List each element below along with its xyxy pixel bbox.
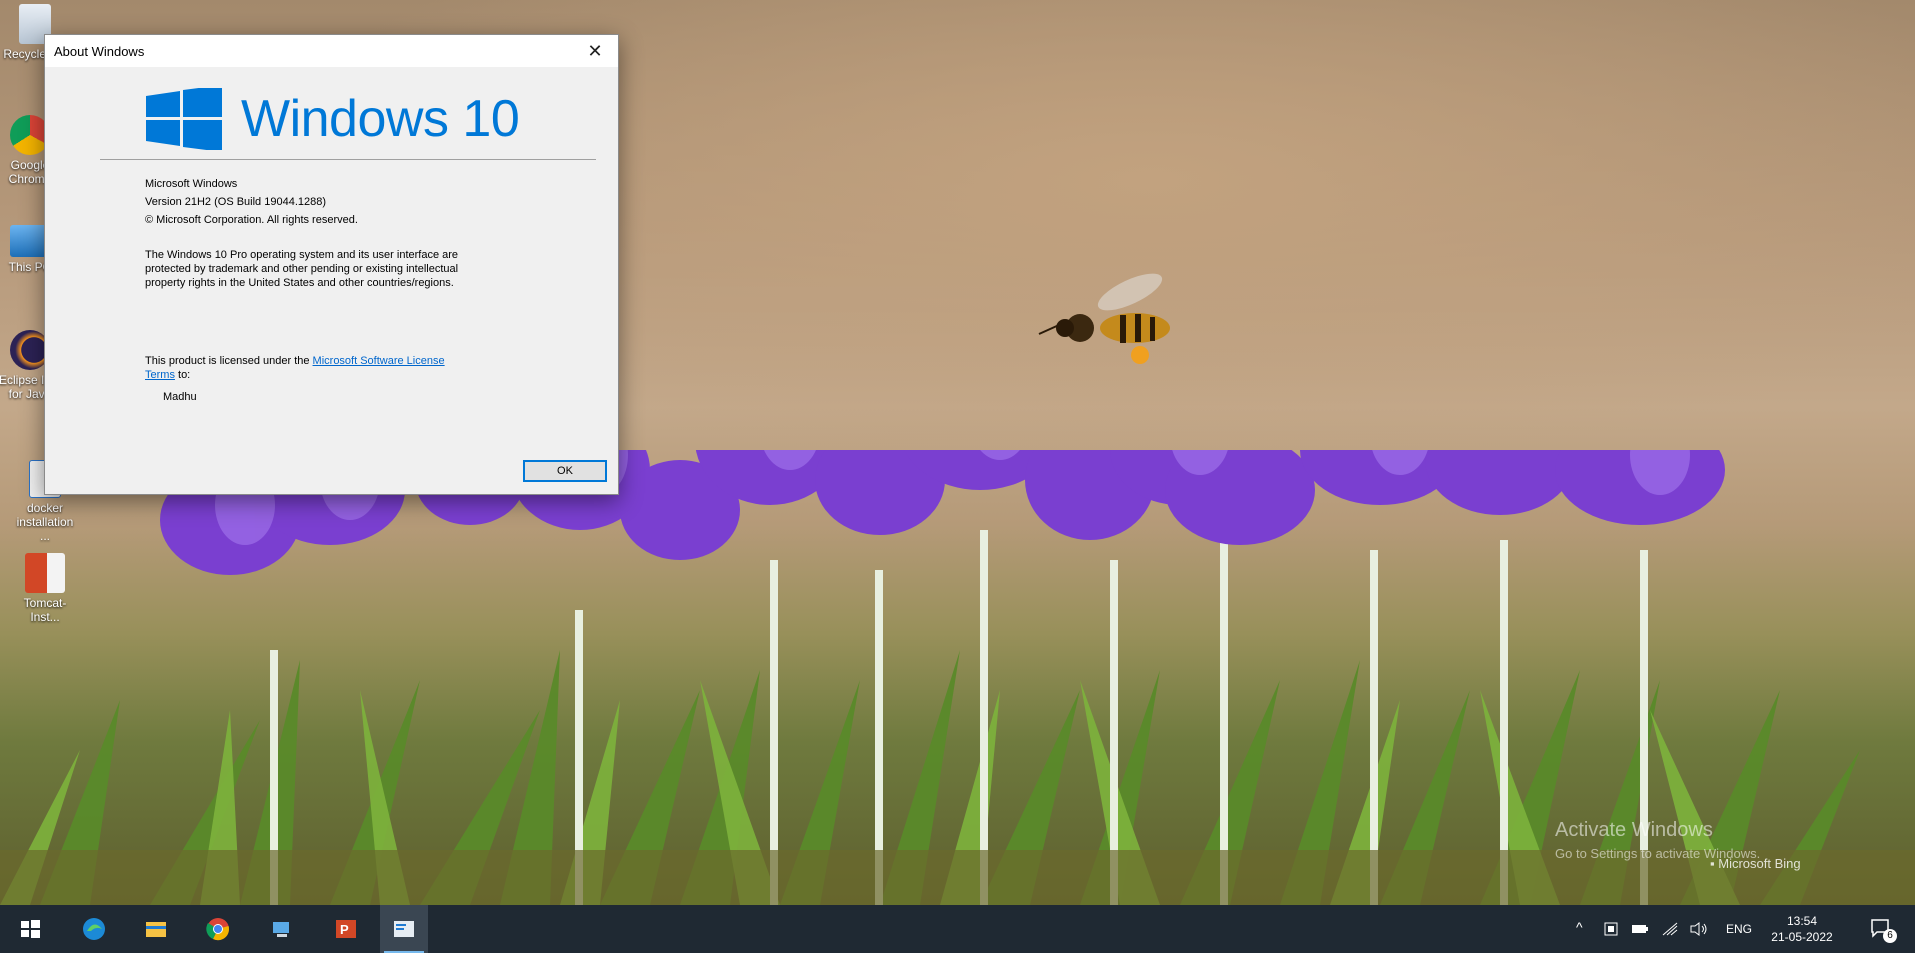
- tray-battery[interactable]: [1628, 905, 1652, 953]
- description-line-3: property rights in the United States and…: [145, 277, 454, 289]
- tray-overflow-button[interactable]: ^: [1572, 905, 1594, 953]
- license-terms-link[interactable]: Microsoft Software License: [313, 355, 445, 367]
- powerpoint-icon: P: [336, 920, 356, 938]
- close-icon[interactable]: ✕: [572, 35, 618, 67]
- chevron-up-icon: ^: [1576, 919, 1583, 935]
- windows-10-wordmark: Windows 10: [241, 90, 520, 148]
- meet-icon: [1604, 922, 1618, 936]
- clock-time: 13:54: [1786, 914, 1818, 928]
- tray-meet-now[interactable]: [1600, 905, 1624, 953]
- tray-action-center[interactable]: 6: [1862, 905, 1898, 953]
- taskbar-edge[interactable]: [70, 905, 118, 953]
- taskbar: P ^ ENG 13:54 21-05-2022 6: [0, 905, 1915, 953]
- dialog-title: About Windows: [54, 44, 145, 59]
- tray-network[interactable]: [1658, 905, 1682, 953]
- taskbar-powerpoint[interactable]: P: [322, 905, 370, 953]
- description-line-2: protected by trademark and other pending…: [145, 263, 459, 275]
- battery-icon: [1632, 925, 1648, 933]
- svg-text:P: P: [340, 922, 349, 937]
- tray-clock[interactable]: 13:54 21-05-2022: [1762, 913, 1842, 945]
- product-name: Microsoft Windows: [145, 178, 238, 190]
- license-line-2: Terms to:: [145, 369, 191, 381]
- taskbar-chrome[interactable]: [194, 905, 242, 953]
- speaker-icon: [1690, 922, 1707, 936]
- edge-icon: [83, 918, 105, 940]
- tray-volume[interactable]: [1686, 905, 1712, 953]
- license-terms-link-continued[interactable]: Terms: [145, 369, 175, 381]
- licensee-name: Madhu: [163, 391, 197, 403]
- taskbar-winver[interactable]: [380, 905, 428, 953]
- start-button[interactable]: [6, 905, 54, 953]
- clock-date: 21-05-2022: [1771, 930, 1833, 944]
- copyright-text: © Microsoft Corporation. All rights rese…: [145, 214, 358, 226]
- winver-icon: [394, 921, 414, 937]
- about-windows-dialog: About Windows ✕ Windows 10 Microsoft Win…: [44, 34, 619, 495]
- description-line-1: The Windows 10 Pro operating system and …: [145, 249, 459, 261]
- divider: [100, 159, 596, 160]
- bing-logo-icon: ▪: [1710, 856, 1719, 871]
- tray-language[interactable]: ENG: [1722, 905, 1756, 953]
- chrome-icon: [206, 918, 229, 941]
- license-line-1: This product is licensed under the Micro…: [145, 355, 445, 367]
- bing-watermark: ▪ Microsoft Bing: [1710, 856, 1801, 871]
- desktop-icon-tomcat-ppt[interactable]: Tomcat-Inst...: [10, 553, 80, 624]
- windows-start-icon: [21, 920, 40, 938]
- dialog-titlebar[interactable]: About Windows ✕: [45, 35, 618, 67]
- powerpoint-icon: [25, 553, 65, 593]
- version-text: Version 21H2 (OS Build 19044.1288): [145, 196, 327, 208]
- notification-count-badge: 6: [1883, 929, 1897, 943]
- wifi-icon: [1662, 922, 1678, 936]
- bee-image: [1038, 273, 1170, 364]
- taskbar-remote-desktop[interactable]: [258, 905, 306, 953]
- remote-desktop-icon: [273, 922, 289, 937]
- folder-icon: [146, 922, 166, 937]
- windows-logo-icon: [146, 88, 222, 150]
- taskbar-file-explorer[interactable]: [132, 905, 180, 953]
- ok-button[interactable]: OK: [523, 460, 607, 482]
